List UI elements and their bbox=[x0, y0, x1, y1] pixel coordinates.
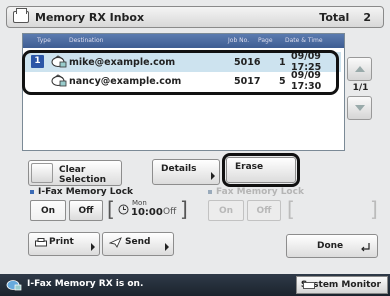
title-bar: Memory RX Inbox Total 2 bbox=[6, 6, 384, 28]
print-button[interactable]: Print bbox=[28, 232, 100, 256]
arrow-down-icon bbox=[354, 105, 365, 111]
submenu-arrow-icon bbox=[211, 172, 215, 180]
fax-lock-off-button[interactable]: Off bbox=[247, 200, 281, 221]
bullet-icon bbox=[30, 190, 34, 194]
bracket-open-disabled: [ bbox=[287, 197, 295, 221]
highlight-frame-rows bbox=[22, 50, 339, 95]
total-value: 2 bbox=[363, 10, 371, 24]
enter-icon bbox=[361, 243, 370, 252]
ifax-lock-label: I-Fax Memory Lock bbox=[38, 187, 134, 197]
printer-icon bbox=[35, 238, 47, 247]
done-button[interactable]: Done bbox=[286, 234, 378, 258]
col-page: Page bbox=[258, 37, 273, 44]
lock-day: Mon bbox=[132, 199, 147, 207]
bracket-open: [ bbox=[107, 197, 115, 221]
highlight-frame-erase bbox=[222, 153, 300, 187]
page-indicator: 1/1 bbox=[352, 83, 369, 93]
send-button[interactable]: Send bbox=[102, 232, 174, 256]
status-bar: I-Fax Memory RX is on. System Monitor bbox=[0, 274, 390, 296]
scroll-down-button[interactable] bbox=[347, 96, 372, 120]
clear-selection-label: Clear Selection bbox=[59, 165, 107, 185]
status-message: I-Fax Memory RX is on. bbox=[27, 279, 144, 289]
list-header: Type Destination Job No. Page Date & Tim… bbox=[23, 34, 344, 48]
system-monitor-button[interactable]: System Monitor bbox=[296, 276, 388, 294]
screen: Memory RX Inbox Total 2 Type Destination … bbox=[0, 0, 390, 296]
bracket-close-disabled: ] bbox=[370, 197, 378, 221]
send-icon bbox=[109, 237, 122, 248]
col-type: Type bbox=[37, 37, 51, 44]
lock-state: Off bbox=[163, 207, 177, 217]
arrow-up-icon bbox=[354, 66, 365, 72]
bracket-close: ] bbox=[180, 197, 188, 221]
ifax-status-icon bbox=[6, 280, 22, 291]
done-label: Done bbox=[317, 241, 344, 251]
col-date-time: Date & Time bbox=[285, 37, 323, 44]
lock-time: 10:00 bbox=[131, 207, 163, 218]
total-label: Total bbox=[319, 10, 350, 24]
clear-selection-button[interactable]: Clear Selection bbox=[28, 160, 122, 186]
print-label: Print bbox=[49, 237, 74, 247]
clear-selection-box bbox=[31, 163, 53, 183]
send-label: Send bbox=[125, 237, 151, 247]
fax-lock-on-button[interactable]: On bbox=[208, 200, 244, 221]
col-job-no: Job No. bbox=[228, 37, 250, 44]
fax-lock-label: Fax Memory Lock bbox=[216, 187, 304, 197]
details-button[interactable]: Details bbox=[152, 159, 220, 185]
submenu-arrow-icon bbox=[165, 243, 169, 251]
inbox-icon bbox=[13, 8, 29, 23]
ifax-lock-title: I-Fax Memory Lock bbox=[30, 187, 133, 197]
ifax-lock-on-button[interactable]: On bbox=[30, 200, 66, 221]
page-title: Memory RX Inbox bbox=[35, 10, 145, 24]
details-label: Details bbox=[161, 164, 197, 174]
fax-lock-title: Fax Memory Lock bbox=[208, 187, 304, 197]
scroll-up-button[interactable] bbox=[347, 57, 372, 81]
total-count: Total 2 bbox=[319, 11, 371, 24]
clock-icon bbox=[118, 204, 129, 215]
submenu-arrow-icon bbox=[91, 243, 95, 251]
col-destination: Destination bbox=[69, 37, 104, 44]
bullet-icon bbox=[208, 190, 212, 194]
monitor-icon bbox=[303, 282, 315, 289]
ifax-lock-off-button[interactable]: Off bbox=[69, 200, 103, 221]
